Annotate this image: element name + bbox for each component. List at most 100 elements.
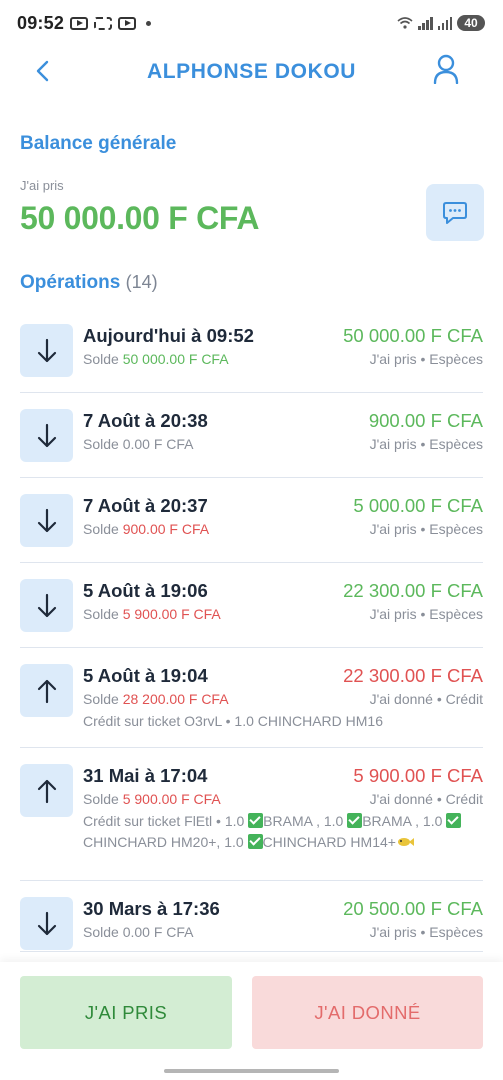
screen-capture-icon [94, 16, 113, 30]
balance-label: Solde [83, 791, 119, 807]
arrow-down-icon [37, 508, 56, 532]
arrow-up-icon [37, 679, 56, 703]
arrow-box [20, 324, 73, 377]
list-item[interactable]: 31 Mai à 17:04 Solde 5 900.00 F CFA 5 90… [20, 748, 483, 881]
balance-label: Solde [83, 691, 119, 707]
user-icon [433, 54, 459, 84]
balance-title: Balance générale [20, 133, 177, 154]
balance-label: Solde [83, 436, 119, 452]
arrow-box [20, 579, 73, 632]
operation-balance: Solde 5 900.00 F CFA [83, 606, 221, 622]
operation-meta: J'ai pris • Espèces [369, 351, 483, 367]
arrow-down-icon [37, 423, 56, 447]
operation-amount: 22 300.00 F CFA [343, 665, 483, 686]
arrow-down-icon [37, 338, 56, 362]
operation-meta: J'ai pris • Espèces [369, 606, 483, 622]
arrow-box [20, 897, 73, 950]
arrow-box [20, 494, 73, 547]
signal-icon [437, 16, 452, 30]
operations-count: (14) [125, 272, 158, 292]
operation-amount: 22 300.00 F CFA [343, 580, 483, 601]
gave-button[interactable]: J'AI DONNÉ [252, 976, 483, 1049]
operation-balance: Solde 28 200.00 F CFA [83, 691, 229, 707]
operation-meta: J'ai pris • Espèces [369, 521, 483, 537]
balance-value: 5 900.00 F CFA [122, 606, 221, 622]
operation-amount: 20 500.00 F CFA [343, 898, 483, 919]
arrow-up-icon [37, 779, 56, 803]
arrow-down-icon [37, 593, 56, 617]
balance-label: Solde [83, 521, 119, 537]
arrow-down-icon [37, 911, 56, 935]
battery-icon: 40 [457, 15, 485, 31]
balance-label: Solde [83, 351, 119, 367]
check-mark-icon [248, 813, 264, 828]
operation-amount: 5 000.00 F CFA [353, 495, 483, 516]
note-text: Crédit sur ticket FlEtl • 1.0 [83, 813, 249, 829]
operation-date: Aujourd'hui à 09:52 [83, 325, 254, 346]
status-bar: 09:52 40 [0, 0, 503, 46]
operations-list: Aujourd'hui à 09:52 Solde 50 000.00 F CF… [0, 308, 503, 952]
balance-value: 900.00 F CFA [122, 521, 210, 537]
list-item[interactable]: 5 Août à 19:06 Solde 5 900.00 F CFA 22 3… [20, 563, 483, 648]
operation-date: 7 Août à 20:37 [83, 495, 208, 516]
profile-button[interactable] [429, 52, 463, 86]
chat-bubble-icon [443, 201, 467, 224]
operation-date: 30 Mars à 17:36 [83, 898, 220, 919]
app-header: ALPHONSE DOKOU [0, 46, 503, 102]
operation-meta: J'ai pris • Espèces [369, 924, 483, 940]
operation-amount: 900.00 F CFA [368, 410, 483, 431]
operations-title: Opérations (14) [20, 272, 158, 294]
operation-balance: Solde 900.00 F CFA [83, 521, 209, 537]
balance-value: 0.00 F CFA [122, 436, 194, 452]
operation-amount: 5 900.00 F CFA [353, 765, 483, 786]
status-left: 09:52 [17, 12, 152, 34]
arrow-box [20, 409, 73, 462]
app-screen: 09:52 40 ALPHONSE DOKOU Balance générale… [0, 0, 503, 1080]
list-item[interactable]: Aujourd'hui à 09:52 Solde 50 000.00 F CF… [20, 308, 483, 393]
page-title: ALPHONSE DOKOU [146, 60, 357, 83]
check-mark-icon [247, 834, 263, 849]
operation-balance: Solde 50 000.00 F CFA [83, 351, 229, 367]
message-button[interactable] [426, 184, 484, 241]
note-text: CHINCHARD HM14+ [262, 834, 396, 850]
list-item[interactable]: 7 Août à 20:38 Solde 0.00 F CFA 900.00 F… [20, 393, 483, 478]
youtube-icon [118, 16, 137, 30]
list-item[interactable]: 30 Mars à 17:36 Solde 0.00 F CFA 20 500.… [20, 881, 483, 952]
operation-amount: 50 000.00 F CFA [343, 325, 483, 346]
wifi-icon [397, 17, 413, 29]
status-right: 40 [397, 15, 485, 31]
operation-balance: Solde 0.00 F CFA [83, 924, 194, 940]
operation-date: 5 Août à 19:04 [83, 665, 208, 686]
note-text: BRAMA , 1.0 [362, 813, 447, 829]
operation-date: 5 Août à 19:06 [83, 580, 208, 601]
operation-meta: J'ai pris • Espèces [369, 436, 483, 452]
notification-dot-icon [146, 20, 152, 26]
youtube-icon [70, 16, 89, 30]
bottom-action-bar: J'AI PRIS J'AI DONNÉ [0, 962, 503, 1080]
balance-amount: 50 000.00 F CFA [20, 200, 260, 236]
operation-note: Crédit sur ticket FlEtl • 1.0 BRAMA , 1.… [83, 811, 475, 853]
fish-icon [397, 838, 414, 846]
status-time: 09:52 [17, 12, 65, 33]
arrow-box [20, 664, 73, 717]
list-item[interactable]: 7 Août à 20:37 Solde 900.00 F CFA 5 000.… [20, 478, 483, 563]
check-mark-icon [347, 813, 363, 828]
operation-meta: J'ai donné • Crédit [369, 791, 483, 807]
balance-label: Solde [83, 606, 119, 622]
took-button[interactable]: J'AI PRIS [20, 976, 232, 1049]
operation-date: 7 Août à 20:38 [83, 410, 208, 431]
note-text: CHINCHARD HM20+, 1.0 [83, 834, 248, 850]
check-mark-icon [446, 813, 462, 828]
balance-direction-label: J'ai pris [20, 178, 64, 193]
operation-note: Crédit sur ticket O3rvL • 1.0 CHINCHARD … [83, 713, 384, 729]
operation-date: 31 Mai à 17:04 [83, 765, 208, 786]
operations-title-label: Opérations [20, 272, 121, 293]
signal-icon [418, 16, 433, 30]
note-text: BRAMA , 1.0 [263, 813, 348, 829]
balance-value: 0.00 F CFA [122, 924, 194, 940]
home-indicator[interactable] [164, 1069, 339, 1073]
balance-value: 5 900.00 F CFA [122, 791, 221, 807]
list-item[interactable]: 5 Août à 19:04 Solde 28 200.00 F CFA 22 … [20, 648, 483, 748]
operation-meta: J'ai donné • Crédit [369, 691, 483, 707]
arrow-box [20, 764, 73, 817]
